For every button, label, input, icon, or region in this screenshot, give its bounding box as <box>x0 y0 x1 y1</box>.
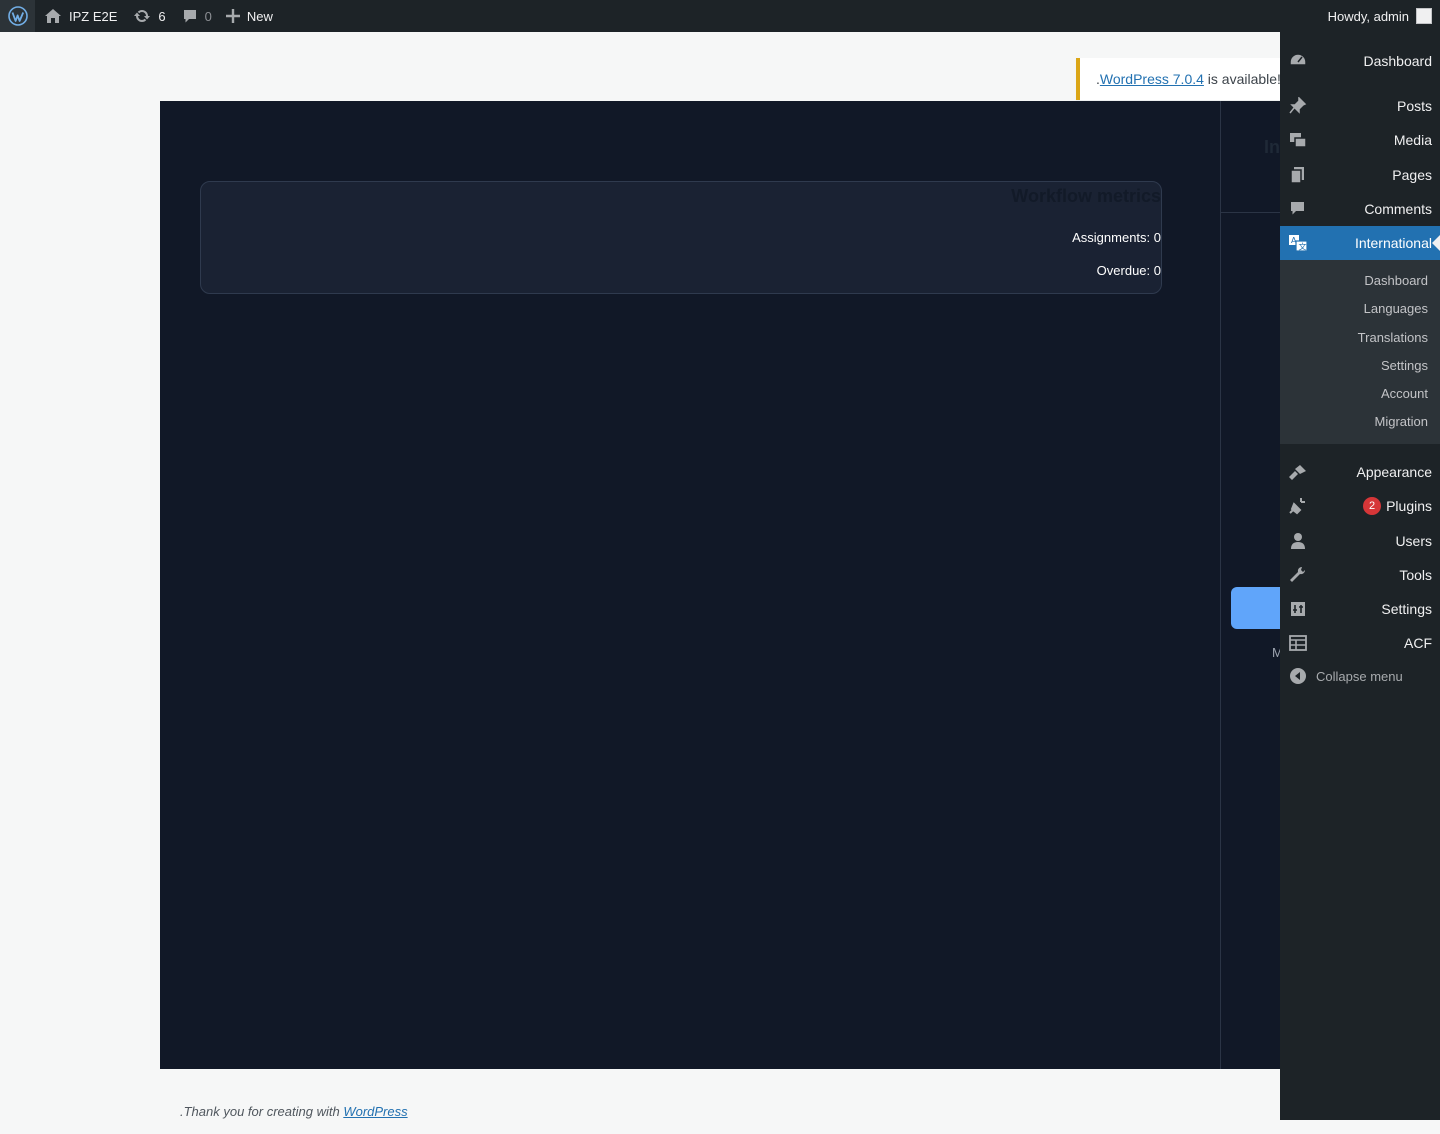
dashboard-icon <box>1288 52 1308 70</box>
plugin-icon <box>1288 497 1308 515</box>
notice-suffix: is available! <box>1203 71 1281 87</box>
brush-icon <box>1288 463 1308 481</box>
wrench-icon <box>1288 566 1308 584</box>
comments-count: 0 <box>204 8 212 24</box>
app-side-panel: In M <box>1220 101 1280 1069</box>
footer-text: .Thank you for creating with <box>180 1104 344 1119</box>
admin-bar: IPZ E2E 6 0 New Howdy, admin <box>0 0 1440 32</box>
submenu-item-settings[interactable]: Settings <box>1381 358 1428 373</box>
assignments-metric: Assignments: 0 <box>1072 230 1161 245</box>
side-panel-primary-button[interactable] <box>1231 587 1280 629</box>
menu-item-dashboard[interactable]: Dashboard <box>1280 44 1440 78</box>
translation-icon: A文 <box>1288 234 1308 252</box>
menu-label: Comments <box>1364 201 1432 217</box>
menu-label: Users <box>1395 533 1432 549</box>
plugin-app-panel: Workflow metrics Assignments: 0 Overdue:… <box>160 101 1280 1069</box>
menu-label: Settings <box>1381 601 1432 617</box>
menu-item-comments[interactable]: Comments <box>1280 192 1440 226</box>
wordpress-update-link[interactable]: WordPress 7.0.4 <box>1100 71 1204 87</box>
update-notice: .WordPress 7.0.4 is available! <box>1076 58 1296 100</box>
pages-icon <box>1288 166 1308 184</box>
international-submenu: Dashboard Languages Translations Setting… <box>1280 260 1440 444</box>
howdy-text: Howdy, admin <box>1327 8 1409 24</box>
pin-icon <box>1288 97 1308 115</box>
menu-item-tools[interactable]: Tools <box>1280 558 1440 592</box>
home-icon <box>45 9 61 23</box>
settings-icon <box>1288 600 1308 618</box>
admin-footer: .Thank you for creating with WordPress <box>180 1104 408 1119</box>
collapse-menu-button[interactable]: Collapse menu <box>1280 662 1440 690</box>
workflow-metrics-card: Workflow metrics Assignments: 0 Overdue:… <box>200 181 1162 294</box>
plugins-update-badge: 2 <box>1363 497 1382 515</box>
user-icon <box>1288 532 1308 550</box>
plus-icon <box>225 9 240 23</box>
menu-label: Appearance <box>1356 464 1432 480</box>
comment-icon <box>183 10 196 23</box>
comment-icon <box>1288 200 1308 218</box>
avatar <box>1416 8 1432 24</box>
menu-label: Plugins <box>1386 498 1432 514</box>
collapse-menu-label: Collapse menu <box>1316 668 1403 684</box>
my-account-menu[interactable]: Howdy, admin <box>1328 0 1432 32</box>
menu-item-plugins[interactable]: 2 Plugins <box>1280 489 1440 523</box>
workflow-metrics-title: Workflow metrics <box>1011 186 1161 206</box>
new-content-menu[interactable]: New <box>220 0 281 32</box>
comments-menu[interactable]: 0 <box>174 0 220 32</box>
updates-menu[interactable]: 6 <box>125 0 173 32</box>
side-panel-title: In <box>1264 137 1280 157</box>
menu-item-pages[interactable]: Pages <box>1280 158 1440 192</box>
menu-item-appearance[interactable]: Appearance <box>1280 455 1440 489</box>
submenu-item-translations[interactable]: Translations <box>1358 330 1428 345</box>
site-name-menu[interactable]: IPZ E2E <box>35 0 125 32</box>
menu-item-posts[interactable]: Posts <box>1280 89 1440 123</box>
side-panel-divider <box>1221 212 1280 213</box>
footer-wordpress-link[interactable]: WordPress <box>343 1104 407 1119</box>
menu-label: Tools <box>1399 567 1432 583</box>
menu-label: Dashboard <box>1363 53 1433 69</box>
acf-icon <box>1288 634 1308 652</box>
wordpress-logo-menu[interactable] <box>0 0 35 32</box>
overdue-metric: Overdue: 0 <box>1096 263 1161 278</box>
menu-item-acf[interactable]: ACF <box>1280 626 1440 660</box>
menu-label: International <box>1354 235 1432 251</box>
svg-text:A: A <box>1291 236 1297 245</box>
update-icon <box>134 10 151 22</box>
collapse-icon <box>1290 668 1306 684</box>
svg-text:文: 文 <box>1299 242 1307 252</box>
submenu-item-languages[interactable]: Languages <box>1364 301 1428 316</box>
updates-count: 6 <box>158 8 166 24</box>
submenu-item-dashboard[interactable]: Dashboard <box>1364 273 1428 288</box>
new-label: New <box>246 8 273 24</box>
menu-item-media[interactable]: Media <box>1280 123 1440 157</box>
menu-item-settings[interactable]: Settings <box>1280 592 1440 626</box>
menu-label: ACF <box>1404 635 1432 651</box>
menu-label: Pages <box>1392 167 1432 183</box>
menu-label: Media <box>1393 132 1432 148</box>
menu-item-users[interactable]: Users <box>1280 524 1440 558</box>
submenu-item-account[interactable]: Account <box>1381 386 1428 401</box>
admin-menu: Dashboard Posts Media Pages Comments A文 … <box>1280 32 1440 1120</box>
media-icon <box>1288 131 1308 149</box>
menu-item-international[interactable]: A文 International <box>1280 226 1440 260</box>
site-name: IPZ E2E <box>69 8 118 24</box>
wordpress-logo-icon <box>7 6 28 26</box>
side-panel-text: M <box>1272 645 1280 660</box>
menu-label: Posts <box>1396 98 1432 114</box>
submenu-item-migration[interactable]: Migration <box>1375 414 1428 429</box>
